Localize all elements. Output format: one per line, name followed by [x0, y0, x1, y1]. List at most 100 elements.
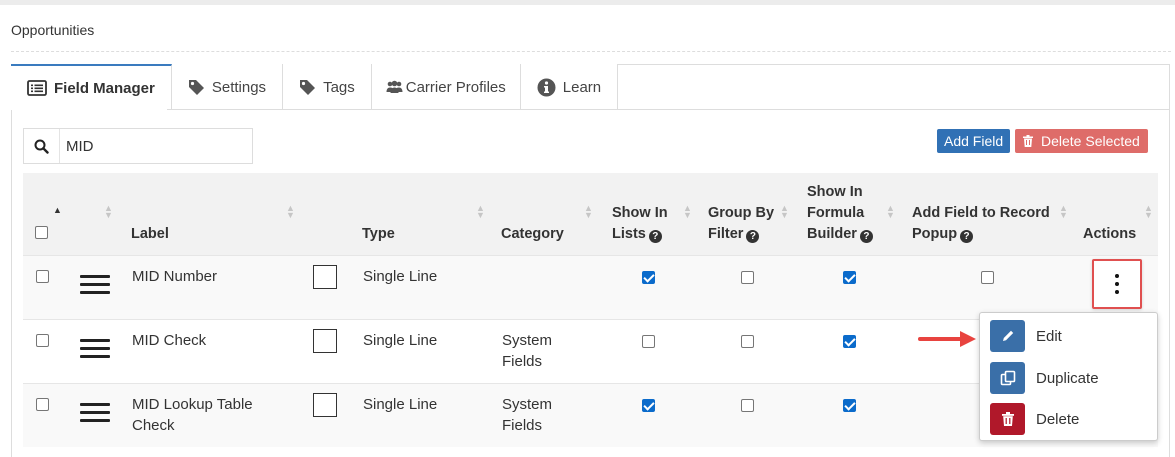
- header-line: Formula: [807, 205, 865, 221]
- header-label[interactable]: Label: [131, 224, 169, 245]
- header-group-by-filter[interactable]: Group By Filter?: [708, 203, 774, 245]
- header-line: Popup?: [912, 224, 1050, 245]
- field-category: System Fields: [502, 330, 552, 372]
- header-category[interactable]: Category: [501, 224, 564, 245]
- row-actions-menu: Edit Duplicate Delete: [979, 312, 1158, 441]
- search-box: [23, 128, 253, 164]
- formula-builder-checkbox[interactable]: [843, 271, 856, 284]
- color-swatch[interactable]: [313, 393, 337, 417]
- sort-icon[interactable]: ▲ ▼: [104, 204, 113, 220]
- sort-icon[interactable]: ▲ ▼: [1059, 204, 1068, 220]
- header-line: Filter?: [708, 224, 774, 245]
- header-actions: Actions: [1083, 226, 1137, 242]
- copy-icon: [990, 362, 1025, 394]
- help-icon[interactable]: ?: [746, 230, 760, 243]
- search-input[interactable]: [60, 129, 250, 163]
- header-line: Lists?: [612, 224, 668, 245]
- tab-label: Tags: [323, 78, 355, 96]
- page-title: Opportunities: [11, 22, 95, 38]
- drag-handle-icon[interactable]: [80, 275, 110, 295]
- field-type: Single Line: [363, 268, 438, 285]
- tab-carrier-profiles[interactable]: Carrier Profiles: [371, 64, 521, 110]
- menu-item-edit[interactable]: Edit: [990, 319, 1062, 353]
- category-line: System: [502, 396, 553, 413]
- formula-builder-checkbox[interactable]: [843, 399, 856, 412]
- users-icon: [386, 80, 403, 95]
- group-by-filter-checkbox[interactable]: [741, 399, 754, 412]
- tab-label: Settings: [211, 78, 267, 96]
- list-icon: [27, 80, 47, 96]
- title-divider: [11, 51, 1171, 52]
- select-all-checkbox[interactable]: [35, 226, 48, 239]
- search-icon: [24, 129, 60, 163]
- group-by-filter-checkbox[interactable]: [741, 335, 754, 348]
- field-label-line: Check: [132, 417, 175, 434]
- field-label: MID Check: [132, 330, 206, 351]
- sort-icon[interactable]: ▲ ▼: [886, 204, 895, 220]
- category-line: Fields: [502, 417, 543, 434]
- color-swatch[interactable]: [313, 265, 337, 289]
- category-line: Fields: [502, 353, 543, 370]
- header-line: Show In: [807, 184, 863, 200]
- top-bar: [0, 0, 1175, 5]
- row-select-checkbox[interactable]: [36, 270, 49, 283]
- info-icon: [537, 78, 556, 97]
- trash-icon: [1023, 135, 1033, 147]
- help-icon[interactable]: ?: [859, 230, 873, 243]
- tab-field-manager[interactable]: Field Manager: [11, 64, 172, 110]
- delete-selected-button[interactable]: Delete Selected: [1015, 129, 1148, 153]
- help-icon[interactable]: ?: [648, 230, 662, 243]
- field-label-line: MID Lookup Table: [132, 396, 253, 413]
- tab-tags[interactable]: Tags: [283, 64, 372, 110]
- tag-icon: [299, 79, 316, 96]
- group-by-filter-checkbox[interactable]: [741, 271, 754, 284]
- menu-item-delete[interactable]: Delete: [990, 402, 1079, 436]
- kebab-icon: [1115, 272, 1119, 296]
- tab-label: Carrier Profiles: [405, 78, 506, 96]
- record-popup-checkbox[interactable]: [981, 271, 994, 284]
- row-select-checkbox[interactable]: [36, 398, 49, 411]
- field-type: Single Line: [363, 332, 438, 349]
- sort-icon[interactable]: ▲ ▼: [584, 204, 593, 220]
- show-in-lists-checkbox[interactable]: [642, 399, 655, 412]
- sort-icon[interactable]: ▲ ▼: [1144, 204, 1153, 220]
- tab-learn[interactable]: Learn: [520, 64, 619, 110]
- sort-icon[interactable]: ▲ ▼: [683, 204, 692, 220]
- row-actions-button[interactable]: [1092, 259, 1142, 309]
- add-field-button[interactable]: Add Field: [937, 129, 1011, 153]
- tab-label: Field Manager: [54, 79, 155, 97]
- annotation-arrow-icon: [918, 329, 978, 353]
- header-line: Group By: [708, 205, 775, 221]
- help-icon[interactable]: ?: [960, 230, 974, 243]
- delete-selected-label: Delete Selected: [1041, 133, 1140, 149]
- field-category: System Fields: [502, 394, 552, 436]
- header-type[interactable]: Type: [362, 224, 395, 245]
- drag-handle-icon[interactable]: [80, 403, 110, 423]
- row-select-checkbox[interactable]: [36, 334, 49, 347]
- sort-asc-icon[interactable]: ▲: [53, 206, 62, 215]
- show-in-lists-checkbox[interactable]: [642, 335, 655, 348]
- menu-item-label: Edit: [1036, 327, 1062, 345]
- tab-bar: Field Manager Settings Tags Carrier Prof…: [11, 64, 619, 110]
- menu-item-label: Duplicate: [1036, 369, 1099, 387]
- field-label: MID Lookup Table Check: [132, 394, 253, 436]
- formula-builder-checkbox[interactable]: [843, 335, 856, 348]
- tab-settings[interactable]: Settings: [171, 64, 284, 110]
- sort-icon[interactable]: ▲ ▼: [286, 204, 295, 220]
- header-show-in-lists[interactable]: Show In Lists?: [612, 203, 668, 245]
- header-line: Show In: [612, 205, 668, 221]
- header-record-popup[interactable]: Add Field to Record Popup?: [912, 203, 1050, 245]
- menu-item-duplicate[interactable]: Duplicate: [990, 361, 1099, 395]
- field-type: Single Line: [363, 396, 438, 413]
- sort-icon[interactable]: ▲ ▼: [780, 204, 789, 220]
- table-row: MID Number Single Line: [23, 255, 1158, 319]
- field-label-line: MID Check: [132, 332, 207, 349]
- drag-handle-icon[interactable]: [80, 339, 110, 359]
- sort-icon[interactable]: ▲ ▼: [476, 204, 485, 220]
- show-in-lists-checkbox[interactable]: [642, 271, 655, 284]
- header-line: Add Field to Record: [912, 205, 1050, 221]
- color-swatch[interactable]: [313, 329, 337, 353]
- header-formula-builder[interactable]: Show In Formula Builder?: [807, 182, 873, 245]
- header-line-text: Builder: [807, 226, 857, 242]
- table-header: ▲ ▲ ▼ Label ▲ ▼ Type ▲ ▼ Category ▲ ▼ Show I…: [23, 173, 1158, 255]
